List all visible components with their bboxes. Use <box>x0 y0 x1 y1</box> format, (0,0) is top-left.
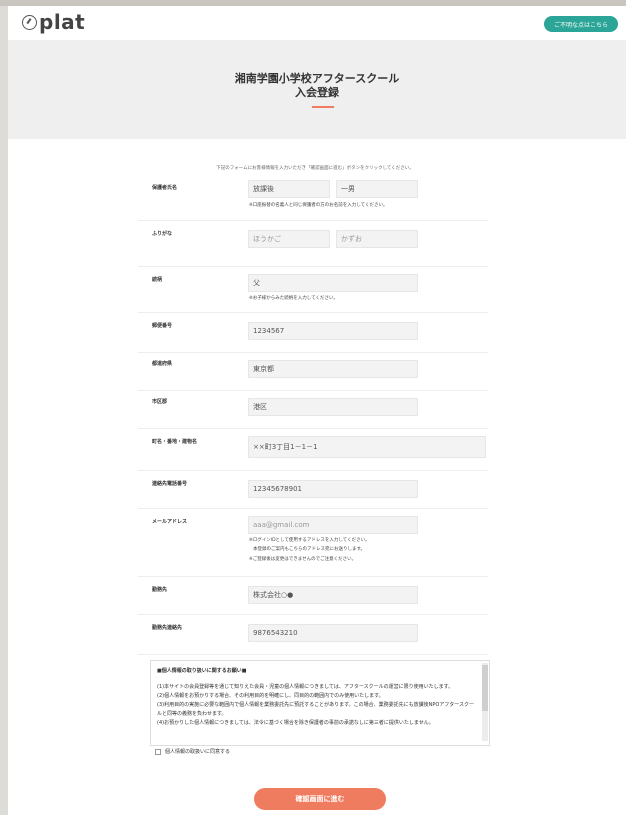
page-hero: 湘南学園小学校アフタースクール 入会登録 <box>8 40 626 139</box>
form-row-phone: 連絡先電話番号 12345678901 <box>138 472 488 509</box>
field-note: ※ログインIDとして使用するアドレスを入力してください。 <box>249 538 370 543</box>
confirm-button[interactable]: 確認画面に進む <box>254 788 386 810</box>
site-header: plat ご不明な点はこちら <box>8 6 626 40</box>
field-note: ※お子様からみた続柄を入力してください。 <box>249 296 338 301</box>
form-row-email: メールアドレス aaa@gmail.com ※ログインIDとして使用するアドレス… <box>138 510 488 577</box>
field-label: 続柄 <box>152 277 163 283</box>
window-frame-left <box>0 6 8 815</box>
privacy-heading: ■個人情報の取り扱いに関するお願い■ <box>157 668 247 674</box>
field-label: 保護者氏名 <box>152 185 178 191</box>
form-row-address: 町名・番地・建物名 ××町3丁目1－1－1 <box>138 430 488 471</box>
agree-row: 個人情報の取扱いに同意する <box>155 748 230 755</box>
form-row-furigana: ふりがな ほうかご かずお <box>138 222 488 267</box>
field-label: ふりがな <box>152 231 173 237</box>
privacy-paragraph: (4)お預かりした個人情報につきましては、法令に基づく場合を除き保護者の事前の承… <box>157 720 434 726</box>
field-label: 市区郡 <box>152 399 168 405</box>
page-title-line1: 湘南学園小学校アフタースクール <box>234 72 400 85</box>
form-row-workplace: 勤務先 株式会社○● <box>138 578 488 615</box>
postal-code-input[interactable]: 1234567 <box>248 322 418 340</box>
privacy-paragraph: (3)利用目的の実施に必要な範囲内で個人情報を業務委託先に預託することがあります… <box>157 702 475 717</box>
field-label: 都道府県 <box>152 361 173 367</box>
furigana-first-input[interactable]: かずお <box>336 230 418 248</box>
prefecture-input[interactable]: 東京都 <box>248 360 418 378</box>
work-phone-input[interactable]: 9876543210 <box>248 624 418 642</box>
workplace-input[interactable]: 株式会社○● <box>248 586 418 604</box>
field-label: 町名・番地・建物名 <box>152 439 198 445</box>
site-logo[interactable]: plat <box>22 11 85 33</box>
form-row-prefecture: 都道府県 東京都 <box>138 352 488 391</box>
clock-icon <box>22 14 37 30</box>
field-note: 本登録のご案内もこちらのアドレス宛にお送りします。 <box>253 547 366 552</box>
title-underline <box>312 106 334 108</box>
guardian-last-name-input[interactable]: 放課後 <box>248 180 330 198</box>
field-label: 勤務先連絡先 <box>152 625 183 631</box>
form-row-postal-code: 郵便番号 1234567 <box>138 314 488 353</box>
field-label: 勤務先 <box>152 587 168 593</box>
privacy-policy-box[interactable]: ■個人情報の取り扱いに関するお願い■ (1)本サイトの会員登録等を通じて知りえた… <box>150 660 490 746</box>
form-row-city: 市区郡 港区 <box>138 390 488 429</box>
field-label: 郵便番号 <box>152 323 173 329</box>
email-input[interactable]: aaa@gmail.com <box>248 516 418 534</box>
form-row-relationship: 続柄 父 ※お子様からみた続柄を入力してください。 <box>138 268 488 313</box>
page-title-line2: 入会登録 <box>295 86 339 99</box>
address-input[interactable]: ××町3丁目1－1－1 <box>248 436 486 458</box>
field-note: ※口座振替の名義人と同じ保護者の方のお名前を入力してください。 <box>249 203 388 208</box>
guardian-first-name-input[interactable]: 一男 <box>336 180 418 198</box>
scrollbar-thumb[interactable] <box>482 665 488 711</box>
agree-label[interactable]: 個人情報の取扱いに同意する <box>165 748 230 755</box>
privacy-paragraph: (2)個人情報をお預かりする場合、その利用目的を明確にし、同目的の範囲内でのみ使… <box>157 693 384 699</box>
field-label: メールアドレス <box>152 519 188 525</box>
form-row-guardian-name: 保護者氏名 放課後 一男 ※口座振替の名義人と同じ保護者の方のお名前を入力してく… <box>138 176 488 221</box>
privacy-policy-text: ■個人情報の取り扱いに関するお願い■ (1)本サイトの会員登録等を通じて知りえた… <box>157 667 475 728</box>
phone-input[interactable]: 12345678901 <box>248 480 418 498</box>
furigana-last-input[interactable]: ほうかご <box>248 230 330 248</box>
logo-text: plat <box>39 10 86 34</box>
relationship-input[interactable]: 父 <box>248 274 418 292</box>
field-label: 連絡先電話番号 <box>152 481 188 487</box>
form-intro: 下記のフォームにお客様情報を入力いただき「確認画面に進む」ボタンをクリックしてく… <box>216 166 414 171</box>
form-row-work-phone: 勤務先連絡先 9876543210 <box>138 616 488 655</box>
field-note: ※ご登録後は変更はできませんのでご注意ください。 <box>249 557 357 562</box>
page-title: 湘南学園小学校アフタースクール 入会登録 <box>8 72 626 100</box>
privacy-paragraph: (1)本サイトの会員登録等を通じて知りえた会員・児童の個人情報につきましては、ア… <box>157 684 454 690</box>
agree-checkbox[interactable] <box>155 748 161 755</box>
help-button[interactable]: ご不明な点はこちら <box>544 16 618 32</box>
city-input[interactable]: 港区 <box>248 398 418 416</box>
